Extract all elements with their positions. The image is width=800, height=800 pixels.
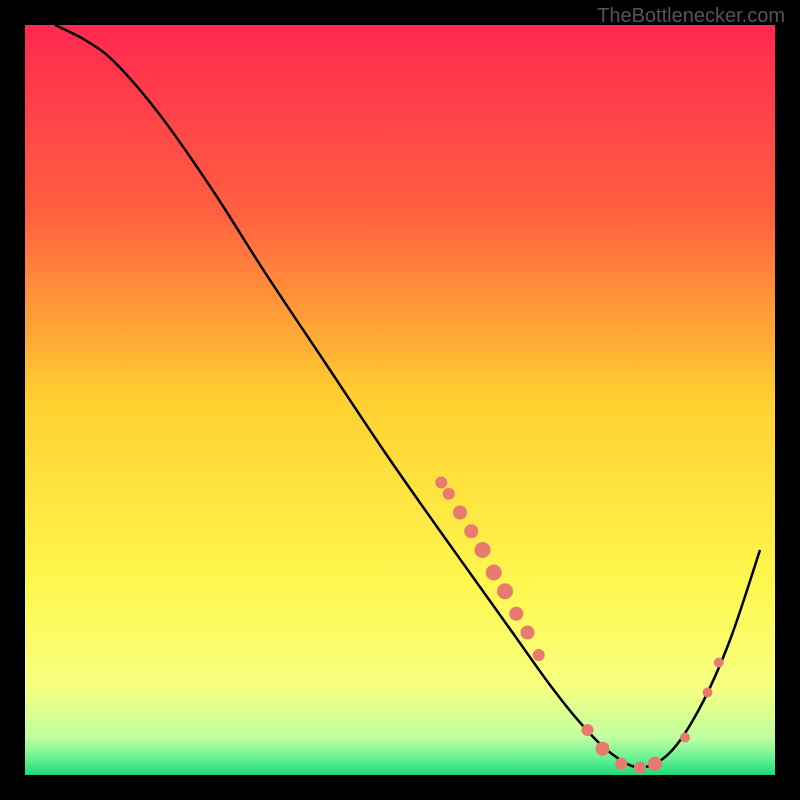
plot-area xyxy=(25,25,775,775)
data-marker xyxy=(497,583,513,599)
chart-container: TheBottlenecker.com xyxy=(0,0,800,800)
data-marker xyxy=(521,626,535,640)
data-marker xyxy=(596,742,610,756)
data-marker xyxy=(509,607,523,621)
data-marker xyxy=(648,757,662,771)
data-marker xyxy=(703,688,713,698)
data-marker xyxy=(453,506,467,520)
data-marker xyxy=(435,477,447,489)
data-marker xyxy=(680,733,690,743)
watermark-text: TheBottlenecker.com xyxy=(597,5,785,28)
data-marker xyxy=(582,724,594,736)
gradient-background xyxy=(25,25,775,775)
data-marker xyxy=(475,542,491,558)
data-marker xyxy=(615,758,627,770)
chart-svg xyxy=(25,25,775,775)
data-marker xyxy=(486,565,502,581)
data-marker xyxy=(533,649,545,661)
data-marker xyxy=(634,762,646,774)
data-marker xyxy=(714,658,724,668)
data-marker xyxy=(464,524,478,538)
data-marker xyxy=(443,488,455,500)
